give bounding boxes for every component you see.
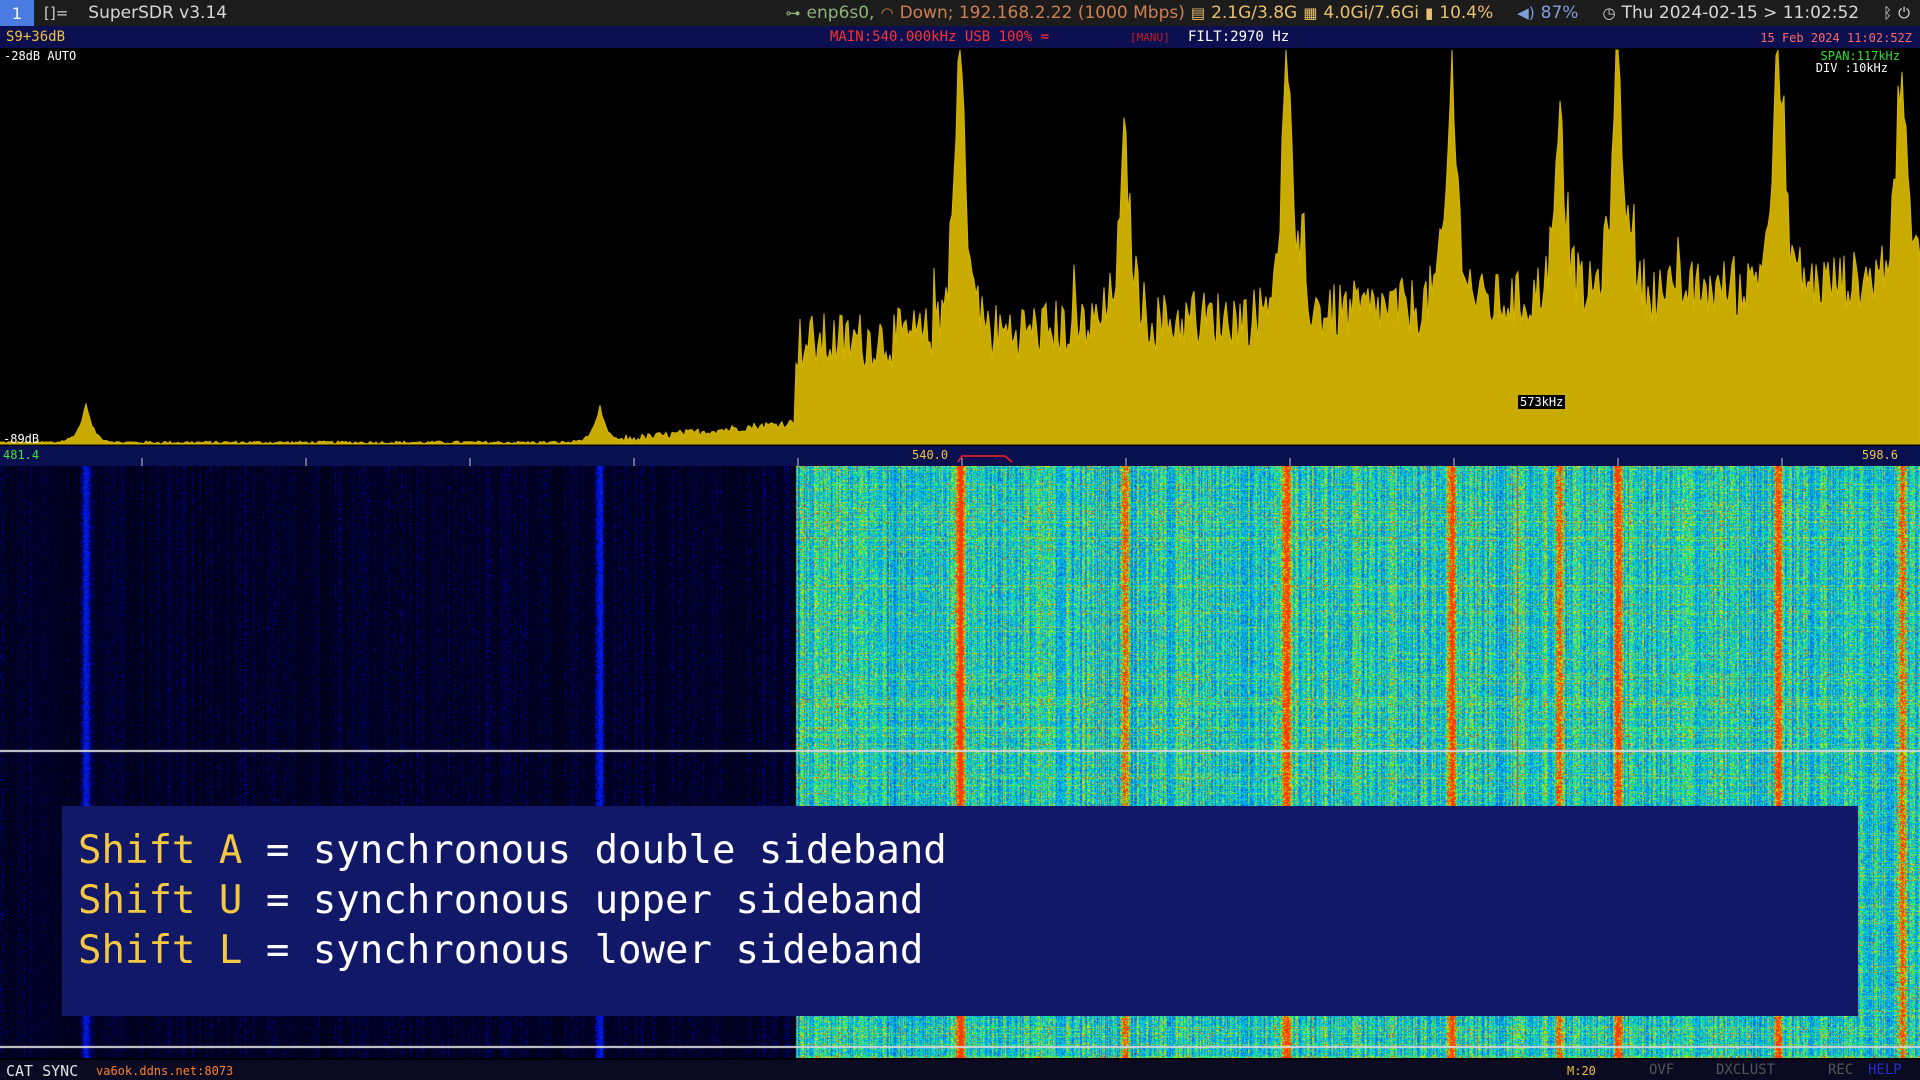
network-interface: enp6s0, (806, 3, 875, 23)
shortcut-line: Shift A = synchronous double sideband (78, 826, 1858, 876)
record-toggle[interactable]: REC (1828, 1062, 1853, 1078)
memory-icon: ▦ (1303, 4, 1318, 22)
power-icon[interactable]: ⏻ (1898, 4, 1910, 22)
system-top-bar: 1 []= SuperSDR v3.14 ⊶ enp6s0, ◠ Down; 1… (0, 0, 1920, 26)
window-title: SuperSDR v3.14 (88, 3, 228, 23)
memory-slot-indicator: M:20 (1567, 1064, 1596, 1078)
disk-icon: ▤ (1190, 4, 1206, 22)
passband-marker (957, 455, 1013, 463)
disk-usage: 2.1G/3.8G (1211, 3, 1298, 23)
shortcut-key: Shift U (78, 878, 243, 923)
floor-level: -89dB (3, 432, 40, 446)
volume-level[interactable]: 87% (1541, 3, 1579, 23)
battery-icon: ▮ (1425, 4, 1434, 22)
s-meter-readout: S9+36dB (6, 29, 66, 45)
reference-level: -28dB AUTO (4, 49, 77, 63)
shortcut-line: Shift L = synchronous lower sideband (78, 926, 1858, 976)
server-host: va6ok.ddns.net:8073 (96, 1064, 234, 1078)
shortcut-description: = synchronous double sideband (242, 828, 947, 873)
shortcut-key: Shift L (78, 928, 243, 973)
help-button[interactable]: HELP (1868, 1062, 1902, 1078)
shortcut-description: = synchronous upper sideband (242, 878, 924, 923)
workspace-indicator[interactable]: 1 (0, 0, 34, 26)
frequency-scale[interactable]: 481.4 540.0 598.6 (0, 446, 1920, 466)
network-icon: ⊶ (785, 4, 801, 22)
dx-cluster-toggle[interactable]: DXCLUST (1716, 1062, 1775, 1078)
shortcut-description: = synchronous lower sideband (242, 928, 924, 973)
overflow-indicator: OVF (1649, 1062, 1675, 1078)
spectrum-trace (0, 49, 1920, 445)
cursor-frequency-label: 573kHz (1518, 395, 1566, 409)
clock-icon: ◷ (1602, 4, 1616, 22)
memory-usage: 4.0Gi/7.6Gi (1323, 3, 1419, 23)
clock: Thu 2024-02-15 > 11:02:52 (1621, 3, 1860, 23)
wifi-icon: ◠ (880, 4, 894, 22)
layout-icon[interactable]: []= (44, 4, 68, 22)
network-status: Down; 192.168.2.22 (1000 Mbps) (899, 3, 1185, 23)
status-bar: CAT SYNC va6ok.ddns.net:8073 M:20 OVF DX… (0, 1060, 1920, 1080)
battery-level: 10.4% (1439, 3, 1494, 23)
manual-mode-badge: [MANU] (1130, 31, 1170, 44)
scale-ticks (141, 455, 1783, 466)
bluetooth-icon[interactable]: ᛒ (1883, 4, 1892, 22)
cat-sync-indicator[interactable]: CAT SYNC (6, 1062, 78, 1080)
main-frequency-readout: MAIN:540.000kHz USB 100% = (830, 29, 1050, 45)
division-readout: DIV :10kHz (1815, 61, 1888, 75)
volume-icon[interactable]: ◀) (1517, 4, 1534, 22)
shortcut-key: Shift A (78, 828, 243, 873)
sdr-header: S9+36dB MAIN:540.000kHz USB 100% = [MANU… (0, 26, 1920, 48)
filter-width-readout: FILT:2970 Hz (1188, 29, 1290, 45)
utc-datetime: 15 Feb 2024 11:02:52Z (1760, 31, 1912, 45)
keyboard-shortcuts-overlay: Shift A = synchronous double sideband Sh… (62, 806, 1858, 1016)
spectrum-display[interactable] (0, 48, 1920, 446)
system-tray: ⊶ enp6s0, ◠ Down; 192.168.2.22 (1000 Mbp… (786, 0, 1910, 26)
shortcut-line: Shift U = synchronous upper sideband (78, 876, 1858, 926)
